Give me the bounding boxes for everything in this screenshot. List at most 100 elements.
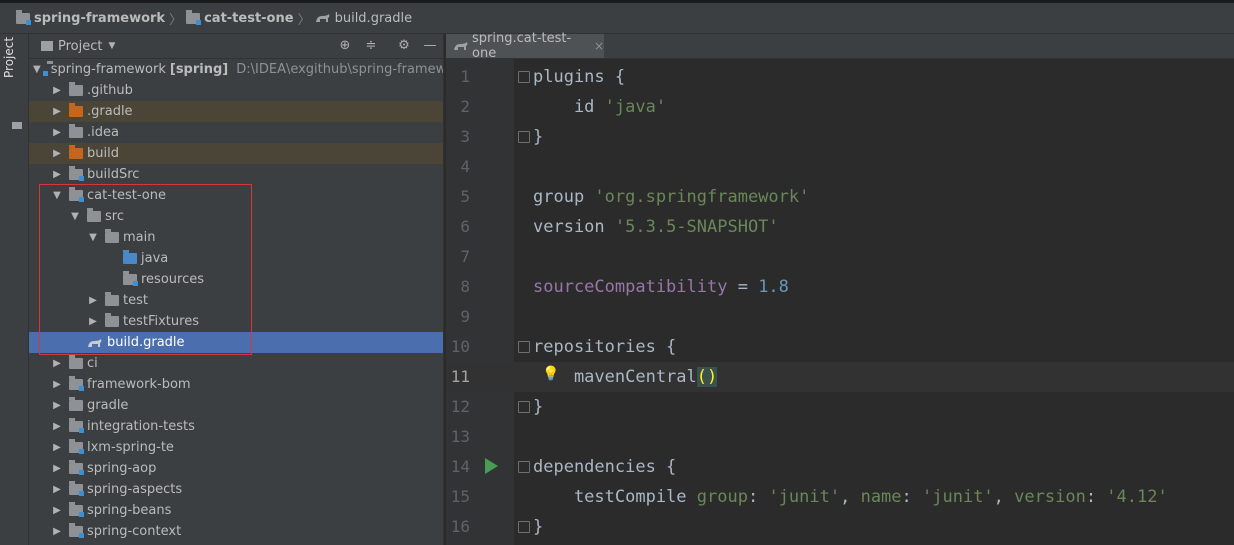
chevron-right-icon[interactable]: ▶ xyxy=(51,169,63,180)
tab-label: spring.cat-test-one xyxy=(472,31,572,61)
code-line[interactable]: 12} xyxy=(446,392,1234,422)
code-text[interactable]: mavenCentral() xyxy=(533,362,718,392)
tree-item-spring-context[interactable]: ▶ spring-context xyxy=(29,521,443,542)
tree-item-gradle[interactable]: ▶ .gradle xyxy=(29,101,443,122)
code-text[interactable]: repositories { xyxy=(533,332,676,362)
code-text[interactable]: version '5.3.5-SNAPSHOT' xyxy=(533,212,779,242)
chevron-right-icon[interactable]: ▶ xyxy=(51,484,63,495)
tree-item-label: test xyxy=(123,293,148,308)
project-view-selector[interactable]: Project xyxy=(58,39,102,54)
tree-item-resources[interactable]: ▶resources xyxy=(29,269,443,290)
chevron-down-icon[interactable]: ▼ xyxy=(33,64,41,75)
chevron-down-icon[interactable]: ▼ xyxy=(69,211,81,222)
chevron-right-icon[interactable]: ▶ xyxy=(51,148,63,159)
code-line[interactable]: 13 xyxy=(446,422,1234,452)
code-line[interactable]: 8 sourceCompatibility = 1.8 xyxy=(446,272,1234,302)
locate-icon[interactable]: ⊕ xyxy=(337,38,353,54)
breadcrumb-item-build-gradle[interactable]: build.gradle xyxy=(315,11,412,26)
tree-item-buildsrc[interactable]: ▶ buildSrc xyxy=(29,164,443,185)
fold-marker-icon[interactable] xyxy=(518,521,530,533)
tree-item-cat-test-one[interactable]: ▼ cat-test-one xyxy=(29,185,443,206)
line-number: 5 xyxy=(460,187,470,206)
tree-item-ci[interactable]: ▶ ci xyxy=(29,353,443,374)
tree-item-integration-tests[interactable]: ▶ integration-tests xyxy=(29,416,443,437)
code-line[interactable]: 9 xyxy=(446,302,1234,332)
project-tool-window-button[interactable]: Project xyxy=(2,37,16,78)
chevron-right-icon[interactable]: ▶ xyxy=(51,505,63,516)
tree-item-lxm-spring-te[interactable]: ▶ lxm-spring-te xyxy=(29,437,443,458)
chevron-right-icon[interactable]: ▶ xyxy=(87,316,99,327)
tree-item-idea[interactable]: ▶ .idea xyxy=(29,122,443,143)
code-line[interactable]: 6 version '5.3.5-SNAPSHOT' xyxy=(446,212,1234,242)
fold-marker-icon[interactable] xyxy=(518,131,530,143)
tree-item-label: spring-framework xyxy=(50,62,166,77)
chevron-right-icon[interactable]: ▶ xyxy=(51,379,63,390)
tree-item-main[interactable]: ▼ main xyxy=(29,227,443,248)
chevron-right-icon[interactable]: ▶ xyxy=(51,463,63,474)
code-line[interactable]: 1 plugins { xyxy=(446,62,1234,92)
code-text[interactable]: testCompile group: 'junit', name: 'junit… xyxy=(533,482,1168,512)
fold-marker-icon[interactable] xyxy=(518,341,530,353)
code-text[interactable]: } xyxy=(533,512,543,542)
tree-item-spring-aspects[interactable]: ▶ spring-aspects xyxy=(29,479,443,500)
project-tree: ▼ spring-framework [spring] D:\IDEA\exgi… xyxy=(29,59,443,545)
tree-item-java[interactable]: ▶java xyxy=(29,248,443,269)
code-text[interactable]: dependencies { xyxy=(533,452,676,482)
tree-item-framework-bom[interactable]: ▶ framework-bom xyxy=(29,374,443,395)
breadcrumb-item-spring-framework[interactable]: spring-framework 〉 xyxy=(16,9,186,28)
code-line[interactable]: 15 testCompile group: 'junit', name: 'ju… xyxy=(446,482,1234,512)
minimize-icon[interactable]: — xyxy=(422,38,438,54)
chevron-right-icon[interactable]: ▶ xyxy=(51,358,63,369)
chevron-right-icon[interactable]: ▶ xyxy=(51,106,63,117)
tree-item-src[interactable]: ▼ src xyxy=(29,206,443,227)
chevron-down-icon[interactable]: ▼ xyxy=(108,41,115,51)
tree-item-spring-aop[interactable]: ▶ spring-aop xyxy=(29,458,443,479)
tree-item-test[interactable]: ▶ test xyxy=(29,290,443,311)
chevron-right-icon[interactable]: ▶ xyxy=(87,295,99,306)
code-text[interactable]: } xyxy=(533,122,543,152)
tab-build-gradle[interactable]: spring.cat-test-one × xyxy=(446,31,604,61)
tree-item-testfixtures[interactable]: ▶ testFixtures xyxy=(29,311,443,332)
gear-icon[interactable]: ⚙ xyxy=(396,38,412,54)
chevron-down-icon[interactable]: ▼ xyxy=(87,232,99,243)
code-line[interactable]: 7 xyxy=(446,242,1234,272)
chevron-right-icon[interactable]: ▶ xyxy=(51,400,63,411)
code-line[interactable]: 11 mavenCentral() 💡 xyxy=(446,362,1234,392)
resources-folder-icon xyxy=(123,271,138,286)
fold-marker-icon[interactable] xyxy=(518,401,530,413)
chevron-down-icon[interactable]: ▼ xyxy=(51,190,63,201)
intention-bulb-icon[interactable]: 💡 xyxy=(542,366,559,382)
code-line[interactable]: 14 dependencies { xyxy=(446,452,1234,482)
code-line[interactable]: 5 group 'org.springframework' xyxy=(446,182,1234,212)
close-icon[interactable]: × xyxy=(594,39,604,53)
chevron-right-icon[interactable]: ▶ xyxy=(51,421,63,432)
code-line[interactable]: 10 repositories { xyxy=(446,332,1234,362)
code-text[interactable]: group 'org.springframework' xyxy=(533,182,809,212)
tree-item-label: gradle xyxy=(87,398,129,413)
tree-item-gradle[interactable]: ▶ gradle xyxy=(29,395,443,416)
code-line[interactable]: 4 xyxy=(446,152,1234,182)
fold-marker-icon[interactable] xyxy=(518,461,530,473)
code-line[interactable]: 16} xyxy=(446,512,1234,542)
chevron-right-icon[interactable]: ▶ xyxy=(51,85,63,96)
run-gutter-icon[interactable] xyxy=(485,458,498,474)
code-line[interactable]: 2 id 'java' xyxy=(446,92,1234,122)
module-folder-icon xyxy=(69,460,84,475)
fold-marker-icon[interactable] xyxy=(518,71,530,83)
chevron-right-icon[interactable]: ▶ xyxy=(51,526,63,537)
tree-item-spring-beans[interactable]: ▶ spring-beans xyxy=(29,500,443,521)
code-line[interactable]: 3} xyxy=(446,122,1234,152)
tree-item-github[interactable]: ▶ .github xyxy=(29,80,443,101)
code-editor[interactable]: 1 plugins {2 id 'java' 3} 4 5 group 'org.spri… xyxy=(446,59,1234,545)
chevron-right-icon[interactable]: ▶ xyxy=(51,442,63,453)
code-text[interactable]: } xyxy=(533,392,543,422)
tree-item-build[interactable]: ▶ build xyxy=(29,143,443,164)
breadcrumb-item-cat-test-one[interactable]: cat-test-one 〉 xyxy=(186,9,315,28)
code-text[interactable]: id 'java' xyxy=(533,92,666,122)
code-text[interactable]: sourceCompatibility = 1.8 xyxy=(533,272,789,302)
code-text[interactable]: plugins { xyxy=(533,62,625,92)
tree-root-spring-framework[interactable]: ▼ spring-framework [spring] D:\IDEA\exgi… xyxy=(29,59,443,80)
chevron-right-icon[interactable]: ▶ xyxy=(51,127,63,138)
collapse-all-icon[interactable]: ≑ xyxy=(363,38,379,54)
tree-item-build-gradle[interactable]: ▶build.gradle xyxy=(29,332,443,353)
